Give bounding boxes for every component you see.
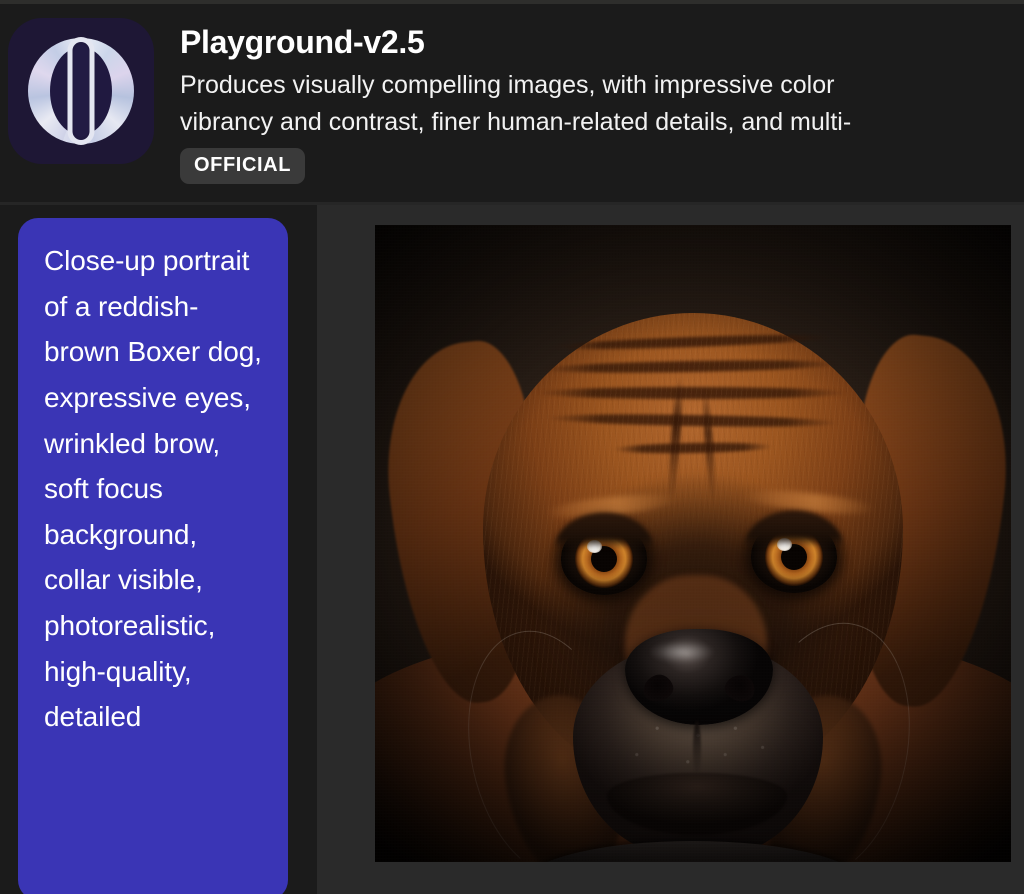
generated-image[interactable] [375, 225, 1011, 862]
logo-vertical-bar-inner [73, 45, 89, 137]
content-area: Close-up portrait of a reddish-brown Box… [0, 205, 1024, 894]
result-panel [317, 205, 1024, 894]
model-description-line-1: Produces visually compelling images, wit… [180, 70, 835, 99]
badge-row: OFFICIAL [180, 147, 1024, 184]
brow-wrinkle-3 [537, 387, 847, 399]
dog-nostril-left [639, 671, 677, 705]
dog-eye-right [745, 511, 843, 593]
dog-portrait-photo [375, 225, 1011, 862]
model-header: Playground-v2.5 Produces visually compel… [0, 4, 1024, 202]
model-header-text: Playground-v2.5 Produces visually compel… [154, 18, 1024, 184]
model-card-page: Playground-v2.5 Produces visually compel… [0, 0, 1024, 894]
official-badge: OFFICIAL [180, 147, 306, 184]
logo-vertical-bar [72, 42, 90, 140]
playground-disc-icon [8, 18, 154, 164]
prompt-text: Close-up portrait of a reddish-brown Box… [44, 245, 262, 733]
model-description: Produces visually compelling images, wit… [180, 67, 1024, 141]
dog-eye-left [555, 513, 653, 595]
dog-nose-highlight [651, 641, 713, 663]
model-title: Playground-v2.5 [180, 24, 425, 60]
model-description-line-2: vibrancy and contrast, finer human-relat… [180, 107, 852, 136]
dog-philtrum [693, 721, 701, 777]
prompt-bubble[interactable]: Close-up portrait of a reddish-brown Box… [18, 218, 288, 894]
dog-nostril-right [721, 671, 759, 705]
